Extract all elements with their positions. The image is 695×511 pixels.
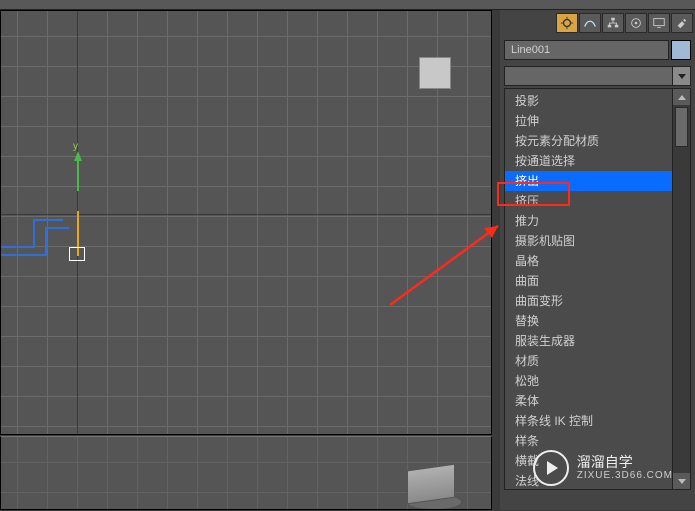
command-panel: 投影拉伸按元素分配材质按通道选择挤出挤压推力摄影机贴图晶格曲面曲面变形替换服装生…: [500, 10, 695, 510]
selection-cursor-icon: [69, 247, 85, 261]
dropdown-scrollbar[interactable]: [672, 89, 690, 489]
modifier-option[interactable]: 横截: [505, 451, 672, 471]
tab-create[interactable]: [556, 13, 578, 33]
gizmo-y-axis[interactable]: [74, 151, 82, 191]
menu-bar-stub: [0, 0, 695, 10]
modifier-option[interactable]: 晶格: [505, 251, 672, 271]
scroll-down-icon[interactable]: [673, 473, 690, 489]
modifier-option[interactable]: 曲面变形: [505, 291, 672, 311]
viewcube[interactable]: [411, 49, 459, 97]
modifier-option[interactable]: 材质: [505, 351, 672, 371]
modifier-option[interactable]: 推力: [505, 211, 672, 231]
viewcube-bottom[interactable]: [407, 467, 461, 511]
modifier-option[interactable]: 样条线 IK 控制: [505, 411, 672, 431]
modifier-option[interactable]: 曲面: [505, 271, 672, 291]
dropdown-arrow-icon[interactable]: [672, 67, 690, 85]
viewport-top[interactable]: y: [0, 10, 492, 435]
modifier-dropdown[interactable]: [504, 66, 691, 86]
modifier-option[interactable]: 松弛: [505, 371, 672, 391]
tab-modify[interactable]: [579, 13, 601, 33]
object-color-swatch[interactable]: [671, 40, 691, 60]
modifier-option[interactable]: 替换: [505, 311, 672, 331]
modifier-option[interactable]: 样条: [505, 431, 672, 451]
scroll-thumb[interactable]: [675, 107, 688, 147]
panel-tabs: [500, 10, 695, 36]
tab-motion[interactable]: [625, 13, 647, 33]
modifier-option[interactable]: 挤压: [505, 191, 672, 211]
modifier-option[interactable]: 法线: [505, 471, 672, 490]
modifier-option[interactable]: 按元素分配材质: [505, 131, 672, 151]
modifier-option[interactable]: 投影: [505, 91, 672, 111]
tab-hierarchy[interactable]: [602, 13, 624, 33]
tab-utilities[interactable]: [671, 13, 693, 33]
tab-display[interactable]: [648, 13, 670, 33]
modifier-option[interactable]: 拉伸: [505, 111, 672, 131]
modifier-dropdown-list: 投影拉伸按元素分配材质按通道选择挤出挤压推力摄影机贴图晶格曲面曲面变形替换服装生…: [504, 88, 691, 490]
modifier-option[interactable]: 挤出: [505, 171, 672, 191]
modifier-option[interactable]: 柔体: [505, 391, 672, 411]
scroll-up-icon[interactable]: [673, 89, 690, 105]
modifier-option[interactable]: 按通道选择: [505, 151, 672, 171]
modifier-option[interactable]: 摄影机贴图: [505, 231, 672, 251]
modifier-option[interactable]: 服装生成器: [505, 331, 672, 351]
object-name-input[interactable]: [504, 40, 669, 60]
viewport-bottom[interactable]: [0, 436, 492, 510]
